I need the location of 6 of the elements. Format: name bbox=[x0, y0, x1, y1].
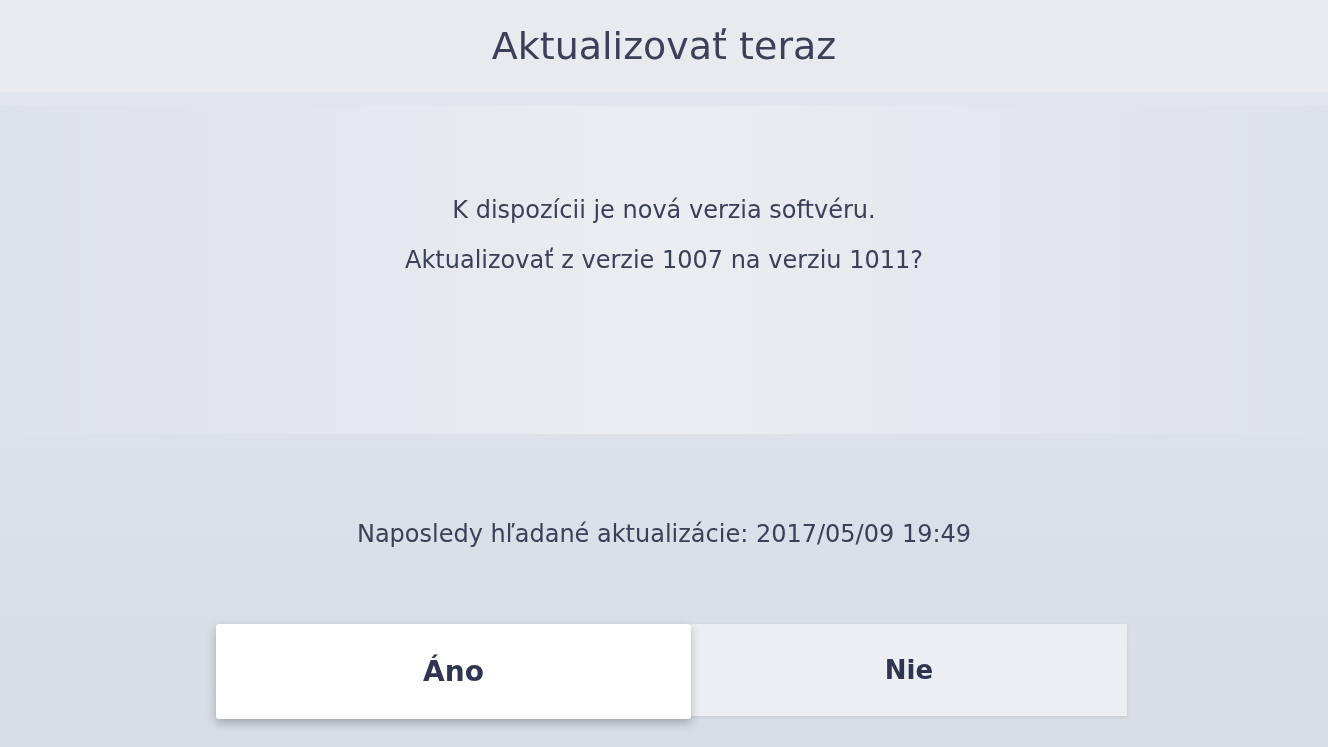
message-line: Aktualizovať z verzie 1007 na verziu 1011? bbox=[405, 245, 923, 276]
last-check-text: Naposledy hľadané aktualizácie: 2017/05/09 19:49 bbox=[356, 519, 972, 550]
message-line: K dispozícii je nová verzia softvéru. bbox=[452, 195, 876, 226]
dialog-title: Aktualizovať teraz bbox=[491, 22, 837, 70]
dialog-button[interactable]: Áno bbox=[216, 624, 691, 719]
dialog-button[interactable]: Nie bbox=[691, 624, 1127, 716]
